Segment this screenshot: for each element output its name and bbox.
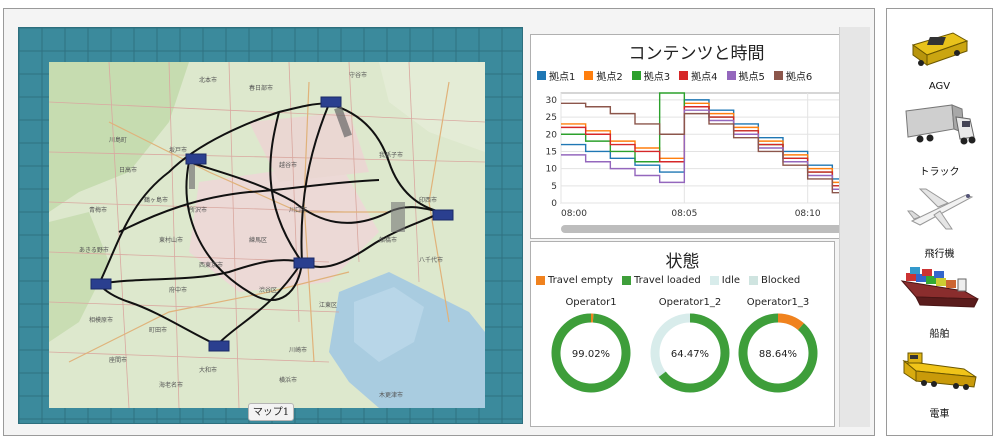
svg-text:北本市: 北本市 <box>199 76 217 84</box>
svg-text:府中市: 府中市 <box>169 286 187 294</box>
legend-swatch <box>622 276 631 285</box>
svg-text:鶴ヶ島市: 鶴ヶ島市 <box>144 196 168 204</box>
map-panel[interactable]: 北本市 春日部市 守谷市 川島町 坂戸市 日高市 鶴ヶ島市 越谷市 我孫子市 青梅市 所沢市川… <box>18 27 523 424</box>
status-title: 状態 <box>665 252 700 272</box>
legend-label: Travel empty <box>548 275 613 286</box>
status-legend-item[interactable]: Blocked <box>749 275 800 286</box>
vehicle-library-panel: AGV トラック 飛行機 船舶 電車 <box>886 8 993 436</box>
vehicle-train[interactable] <box>887 343 992 401</box>
svg-text:船橋市: 船橋市 <box>379 236 397 244</box>
gauge-value: 64.47% <box>670 349 710 360</box>
legend-swatch <box>536 276 545 285</box>
map-view[interactable]: 北本市 春日部市 守谷市 川島町 坂戸市 日高市 鶴ヶ島市 越谷市 我孫子市 青梅市 所沢市川… <box>49 62 485 408</box>
y-tick-label: 15 <box>546 147 557 157</box>
train-icon <box>901 352 977 390</box>
svg-text:江東区: 江東区 <box>319 301 337 309</box>
vehicle-label: 電車 <box>929 409 950 420</box>
operator-gauge: Operator1_3 88.64% <box>736 297 820 393</box>
svg-text:印西市: 印西市 <box>419 196 437 204</box>
legend-swatch <box>749 276 759 285</box>
gauge-value: 99.02% <box>571 349 611 360</box>
gauge-name: Operator1_3 <box>746 297 810 308</box>
svg-text:日高市: 日高市 <box>119 166 137 174</box>
svg-text:あきる野市: あきる野市 <box>79 246 109 254</box>
panel-scroll-strip[interactable] <box>839 27 870 427</box>
line-chart: 30 25 20 15 10 5 0 08:00 08:05 08:10 <box>546 92 858 219</box>
svg-text:東村山市: 東村山市 <box>159 236 183 244</box>
legend-label: Idle <box>721 275 741 286</box>
svg-text:越谷市: 越谷市 <box>279 161 297 169</box>
status-legend-item[interactable]: Travel empty <box>536 275 613 286</box>
gauge-name: Operator1 <box>565 297 617 308</box>
legend-label: Blocked <box>761 275 801 286</box>
vehicle-label: 飛行機 <box>924 249 955 260</box>
vehicle-agv[interactable] <box>887 23 992 79</box>
main-frame: 北本市 春日部市 守谷市 川島町 坂戸市 日高市 鶴ヶ島市 越谷市 我孫子市 青梅市 所沢市川… <box>3 8 875 436</box>
svg-text:所沢市: 所沢市 <box>189 206 207 214</box>
status-panel: 状態 Travel empty Travel loaded Idle Blocked … <box>530 241 835 427</box>
svg-text:渋谷区: 渋谷区 <box>259 286 277 294</box>
vehicle-airplane[interactable] <box>887 181 992 241</box>
status-legend-item[interactable]: Idle <box>709 275 741 286</box>
chart-time-scrollbar[interactable] <box>561 225 857 233</box>
svg-text:青梅市: 青梅市 <box>89 206 107 214</box>
x-tick-label: 08:10 <box>795 209 821 219</box>
y-tick-label: 0 <box>551 199 557 209</box>
x-tick-label: 08:00 <box>561 209 587 219</box>
gauge-value: 88.64% <box>758 349 798 360</box>
svg-text:川口市: 川口市 <box>289 206 307 214</box>
svg-text:坂戸市: 坂戸市 <box>169 146 187 154</box>
svg-text:座間市: 座間市 <box>109 356 127 364</box>
vehicle-label: トラック <box>919 167 960 178</box>
operator-gauge: Operator1_2 64.47% <box>648 297 732 393</box>
status-legend: Travel empty Travel loaded Idle Blocked <box>536 275 800 286</box>
truck-icon <box>904 104 975 145</box>
svg-text:練馬区: 練馬区 <box>249 236 267 244</box>
status-legend-item[interactable]: Travel loaded <box>622 275 701 286</box>
svg-text:八千代市: 八千代市 <box>419 256 443 264</box>
agv-icon <box>911 32 968 66</box>
svg-text:町田市: 町田市 <box>149 326 167 334</box>
svg-text:川崎市: 川崎市 <box>289 346 307 354</box>
svg-text:大和市: 大和市 <box>199 366 217 374</box>
svg-text:相模原市: 相模原市 <box>89 316 113 324</box>
ship-icon <box>900 267 979 308</box>
map-canvas: 北本市春日部市守谷市 川島町坂戸市日高市 鶴ヶ島市越谷市我孫子市 青梅市 所沢市川… <box>49 62 485 408</box>
svg-text:海老名市: 海老名市 <box>159 381 183 389</box>
y-tick-label: 10 <box>546 165 558 175</box>
y-tick-label: 30 <box>546 96 558 106</box>
vehicle-label: AGV <box>928 81 951 92</box>
svg-text:守谷市: 守谷市 <box>349 71 367 79</box>
y-tick-label: 25 <box>546 113 557 123</box>
svg-text:西東京市: 西東京市 <box>199 261 223 269</box>
vehicle-truck[interactable] <box>887 99 992 155</box>
content-time-chart-panel: コンテンツと時間 拠点1 拠点2 拠点3 拠点4 拠点5 拠点6 30 25 20 15 10 5 0… <box>530 34 863 239</box>
svg-text:木更津市: 木更津市 <box>379 391 403 399</box>
operator-gauge: Operator1 99.02% <box>549 297 633 393</box>
y-tick-label: 5 <box>551 182 557 192</box>
svg-text:我孫子市: 我孫子市 <box>379 151 403 159</box>
map-tab[interactable]: マップ1 <box>248 403 294 421</box>
svg-text:横浜市: 横浜市 <box>279 376 297 384</box>
vehicle-label: 船舶 <box>929 329 950 340</box>
x-tick-label: 08:05 <box>671 209 697 219</box>
svg-text:春日部市: 春日部市 <box>249 84 273 92</box>
y-tick-label: 20 <box>546 130 558 140</box>
vehicle-ship[interactable] <box>887 261 992 321</box>
airplane-icon <box>906 188 973 230</box>
svg-text:川島町: 川島町 <box>109 136 127 144</box>
legend-swatch <box>709 276 719 285</box>
legend-label: Travel loaded <box>634 275 701 286</box>
gauge-name: Operator1_2 <box>658 297 722 308</box>
